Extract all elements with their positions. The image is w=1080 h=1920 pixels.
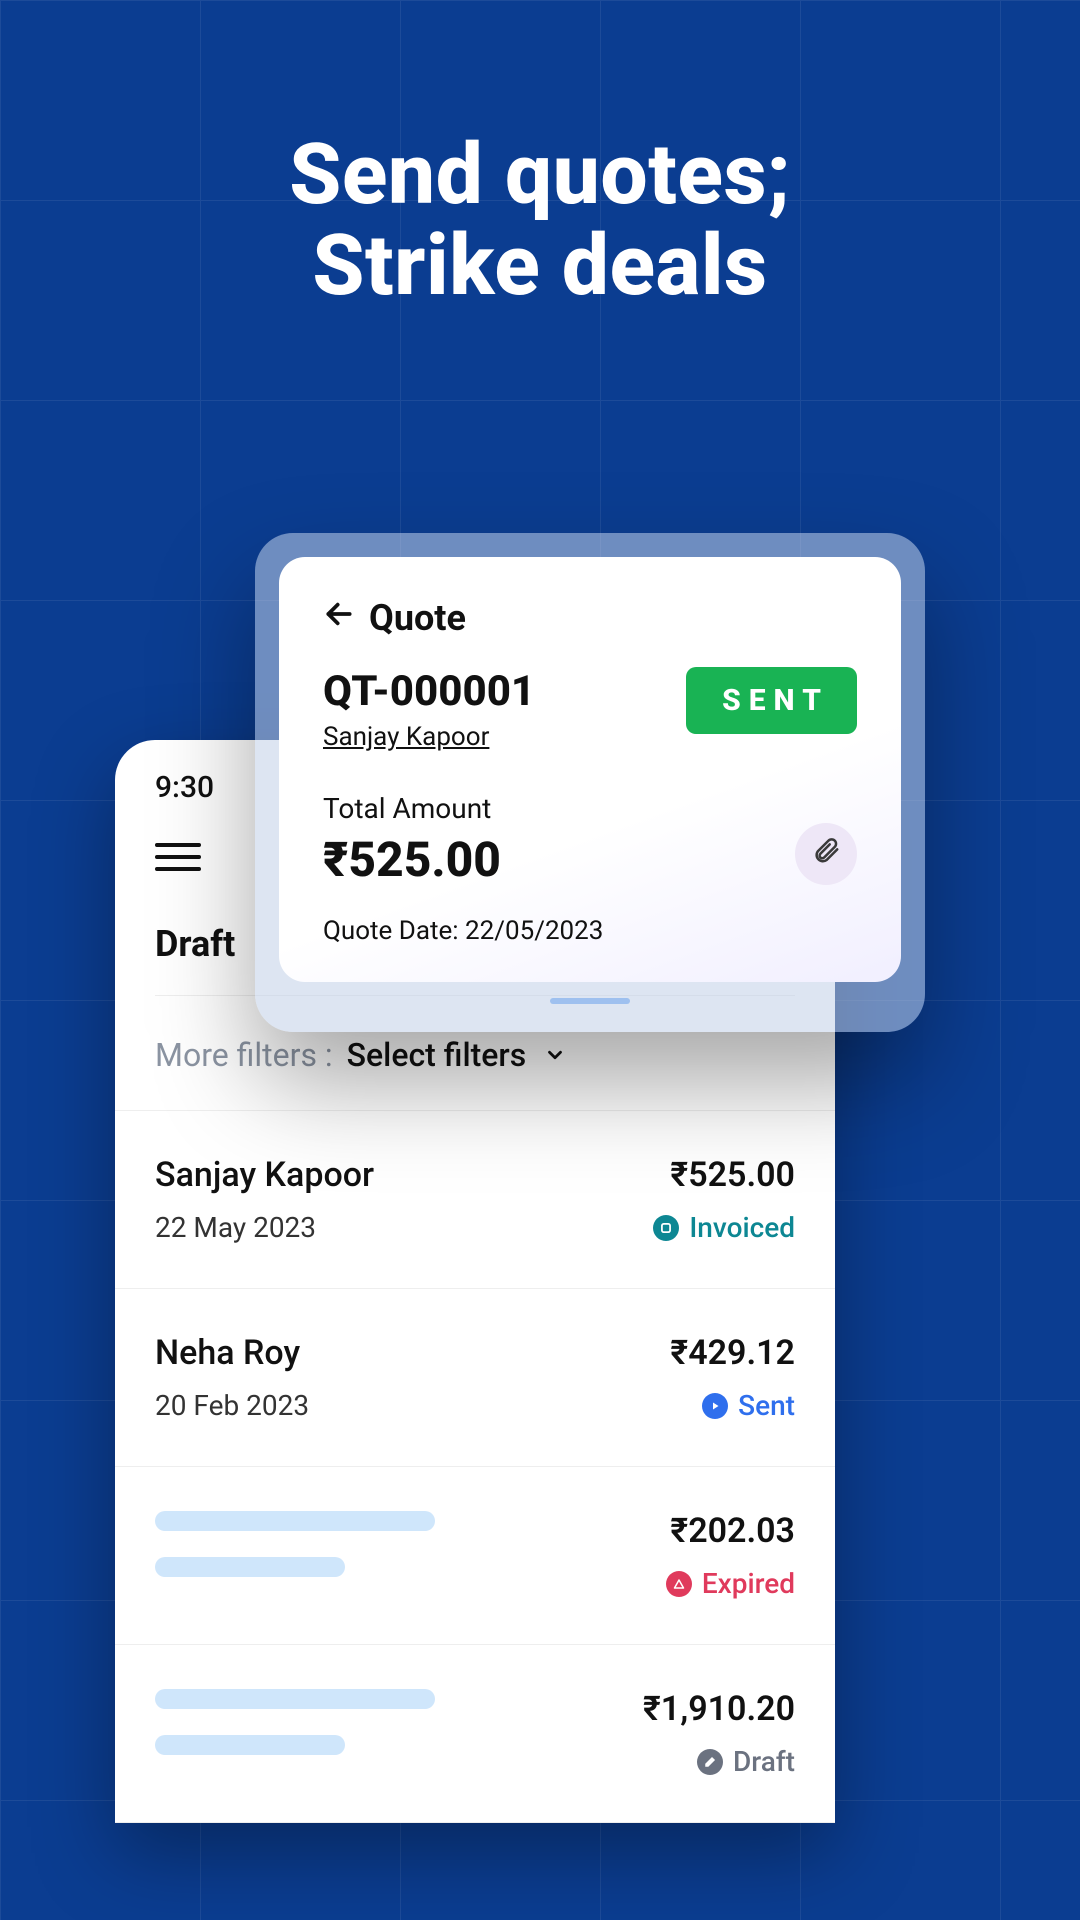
total-amount-value: ₹525.00: [323, 831, 501, 888]
quote-id: QT-000001: [323, 667, 535, 716]
status-badge: Expired: [666, 1567, 795, 1600]
skeleton-date: [155, 1557, 345, 1577]
quote-list-item[interactable]: Sanjay Kapoor 22 May 2023 ₹525.00 Invoic…: [115, 1111, 835, 1289]
quote-amount: ₹202.03: [666, 1511, 795, 1551]
status-time: 9:30: [155, 770, 214, 805]
client-name: Sanjay Kapoor: [155, 1155, 374, 1195]
status-badge: Draft: [697, 1745, 795, 1778]
quote-date: 22 May 2023: [155, 1211, 374, 1244]
filters-value: Select filters: [347, 1036, 527, 1074]
status-sent-badge: SENT: [686, 667, 857, 734]
sent-icon: [702, 1393, 728, 1419]
menu-icon[interactable]: [155, 835, 201, 879]
quote-date: 20 Feb 2023: [155, 1389, 309, 1422]
back-arrow-icon[interactable]: [323, 597, 355, 639]
chevron-down-icon: [544, 1036, 566, 1074]
status-text: Sent: [738, 1389, 795, 1422]
quote-list-item[interactable]: ₹1,910.20 Draft: [115, 1645, 835, 1823]
invoiced-icon: [653, 1215, 679, 1241]
status-text: Expired: [702, 1567, 795, 1600]
status-badge: Sent: [702, 1389, 795, 1422]
quote-list-item[interactable]: Neha Roy 20 Feb 2023 ₹429.12 Sent: [115, 1289, 835, 1467]
skeleton-date: [155, 1735, 345, 1755]
quote-list-item[interactable]: ₹202.03 Expired: [115, 1467, 835, 1645]
status-text: Draft: [733, 1745, 795, 1778]
paperclip-icon: [811, 835, 841, 873]
skeleton-name: [155, 1511, 435, 1531]
quote-detail-card: Quote QT-000001 Sanjay Kapoor SENT Total…: [279, 557, 901, 982]
client-name: Neha Roy: [155, 1333, 309, 1373]
attachment-button[interactable]: [795, 823, 857, 885]
status-badge: Invoiced: [653, 1211, 795, 1244]
quote-amount: ₹1,910.20: [643, 1689, 795, 1729]
quote-section-title: Quote: [369, 597, 466, 639]
quote-amount: ₹525.00: [653, 1155, 795, 1195]
expired-icon: [666, 1571, 692, 1597]
card-indicator: [550, 998, 630, 1004]
quote-detail-wrapper: Quote QT-000001 Sanjay Kapoor SENT Total…: [255, 533, 925, 1032]
headline-line-2: Strike deals: [0, 221, 1080, 312]
total-amount-label: Total Amount: [323, 792, 501, 825]
filters-label: More filters :: [155, 1036, 333, 1074]
draft-icon: [697, 1749, 723, 1775]
quote-date-label: Quote Date: 22/05/2023: [323, 916, 857, 946]
quote-amount: ₹429.12: [670, 1333, 795, 1373]
marketing-headline: Send quotes; Strike deals: [0, 130, 1080, 311]
headline-line-1: Send quotes;: [0, 130, 1080, 221]
status-text: Invoiced: [689, 1211, 795, 1244]
skeleton-name: [155, 1689, 435, 1709]
client-link[interactable]: Sanjay Kapoor: [323, 722, 489, 752]
